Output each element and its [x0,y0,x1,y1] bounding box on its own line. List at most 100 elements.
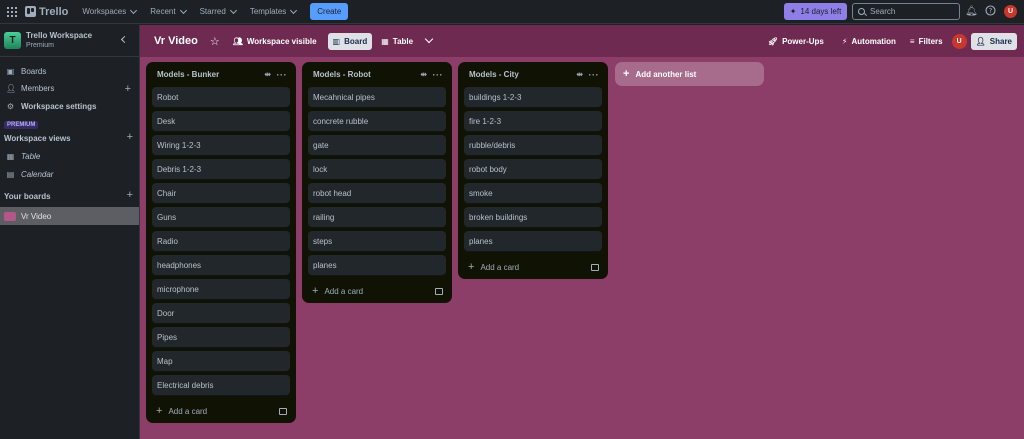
card[interactable]: Wiring 1-2-3 [152,135,290,155]
list-title[interactable]: Models - City [469,70,519,79]
list-header[interactable]: Models - Robot ⇹ ··· [302,62,452,87]
board-canvas: Vr Video ☆ 👥︎ Workspace visible ▥ Board … [140,25,1024,439]
board-title[interactable]: Vr Video [154,35,198,47]
list-title[interactable]: Models - Bunker [157,70,219,79]
star-icon[interactable]: ☆ [210,35,220,48]
sidebar-item-members[interactable]: 👤︎ Members + [0,80,139,97]
filters-label: Filters [918,36,943,46]
add-view-icon[interactable]: + [127,131,133,143]
card[interactable]: broken buildings [464,207,602,227]
search-input[interactable]: Search [852,3,960,20]
add-card-button[interactable]: + Add a card [458,255,608,279]
table-view-button[interactable]: ▦ Table [376,33,418,50]
board-view-button[interactable]: ▥ Board [327,32,373,50]
collapse-list-icon[interactable]: ⇹ [420,70,427,79]
add-card-label: Add a card [168,406,208,416]
premium-badge: PREMIUM [4,121,39,129]
card[interactable]: Door [152,303,290,323]
list-models-city: Models - City ⇹ ··· buildings 1-2-3 fire… [458,62,608,279]
card[interactable]: smoke [464,183,602,203]
help-icon[interactable]: ? [984,5,997,18]
card[interactable]: planes [464,231,602,251]
card-template-icon[interactable] [279,407,287,415]
card[interactable]: concrete rubble [308,111,446,131]
card-template-icon[interactable] [435,287,443,295]
card[interactable]: planes [308,255,446,275]
more-options-icon[interactable]: ··· [433,70,444,80]
card[interactable]: rubble/debris [464,135,602,155]
user-avatar[interactable]: U [1004,5,1017,18]
create-button[interactable]: Create [310,3,349,20]
sidebar-board-label: Vr Video [21,211,52,221]
card[interactable]: Electrical debris [152,375,290,395]
card[interactable]: Robot [152,87,290,107]
search-icon [858,8,865,15]
notifications-icon[interactable]: 🔔︎ [965,5,978,18]
trial-label: 14 days left [800,7,842,16]
add-list-button[interactable]: + Add another list [615,62,764,86]
list-header[interactable]: Models - Bunker ⇹ ··· [146,62,296,87]
card[interactable]: fire 1-2-3 [464,111,602,131]
card[interactable]: robot head [308,183,446,203]
share-button[interactable]: 👤︎ Share [970,32,1017,50]
card[interactable]: Desk [152,111,290,131]
starred-menu[interactable]: Starred [200,6,237,16]
card[interactable]: steps [308,231,446,251]
chevron-down-icon [229,6,237,14]
your-boards-heading: Your boards + [4,189,138,201]
more-options-icon[interactable]: ··· [589,70,600,80]
collapse-list-icon[interactable]: ⇹ [264,70,271,79]
card[interactable]: Radio [152,231,290,251]
trial-button[interactable]: ✦ 14 days left [784,3,847,20]
card[interactable]: Chair [152,183,290,203]
list-models-robot: Models - Robot ⇹ ··· Mecahnical pipes co… [302,62,452,303]
card[interactable]: headphones [152,255,290,275]
app-switcher-icon[interactable] [5,5,19,19]
sidebar-item-boards[interactable]: ▣ Boards [0,63,139,80]
collapse-list-icon[interactable]: ⇹ [576,70,583,79]
add-member-icon[interactable]: + [125,83,131,95]
top-navigation: Trello Workspaces Recent Starred Templat… [0,0,1024,24]
table-icon: ▦ [381,36,389,46]
add-card-button[interactable]: + Add a card [146,399,296,423]
sidebar-board-vr-video[interactable]: Vr Video [0,207,139,225]
workspace-views-title: Workspace views [4,134,71,143]
card[interactable]: buildings 1-2-3 [464,87,602,107]
share-icon: 👤︎ [975,36,986,46]
trello-logo[interactable]: Trello [25,6,68,18]
add-card-button[interactable]: + Add a card [302,279,452,303]
card[interactable]: lock [308,159,446,179]
sidebar-item-workspace-settings[interactable]: ⚙ Workspace settings [0,98,139,115]
templates-menu[interactable]: Templates [250,6,298,16]
card[interactable]: Mecahnical pipes [308,87,446,107]
card[interactable]: Debris 1-2-3 [152,159,290,179]
list-title[interactable]: Models - Robot [313,70,371,79]
filters-button[interactable]: ≡ Filters [905,33,948,50]
card-template-icon[interactable] [591,263,599,271]
visibility-button[interactable]: 👥︎ Workspace visible [228,33,322,50]
collapse-sidebar-icon[interactable] [120,35,129,44]
member-avatar[interactable]: U [951,33,967,49]
card[interactable]: railing [308,207,446,227]
trello-logo-icon [25,6,36,17]
card[interactable]: Guns [152,207,290,227]
automation-button[interactable]: ⚡︎ Automation [837,33,901,50]
card[interactable]: microphone [152,279,290,299]
recent-menu[interactable]: Recent [150,6,187,16]
more-options-icon[interactable]: ··· [277,70,288,80]
card[interactable]: robot body [464,159,602,179]
card[interactable]: Pipes [152,327,290,347]
list-header[interactable]: Models - City ⇹ ··· [458,62,608,87]
workspaces-menu[interactable]: Workspaces [82,6,138,16]
powerups-button[interactable]: 🚀︎ Power-Ups [763,33,829,50]
sidebar-view-table[interactable]: ▦ Table [0,148,139,165]
card[interactable]: Map [152,351,290,371]
add-board-icon[interactable]: + [127,189,133,201]
workspace-name[interactable]: Trello Workspace [26,31,92,41]
lightning-icon: ⚡︎ [841,36,848,46]
plus-icon: + [623,68,630,80]
sparkle-icon: ✦ [789,7,797,16]
sidebar-view-calendar[interactable]: ▤ Calendar [0,166,139,183]
chevron-down-icon[interactable] [424,34,434,44]
card[interactable]: gate [308,135,446,155]
